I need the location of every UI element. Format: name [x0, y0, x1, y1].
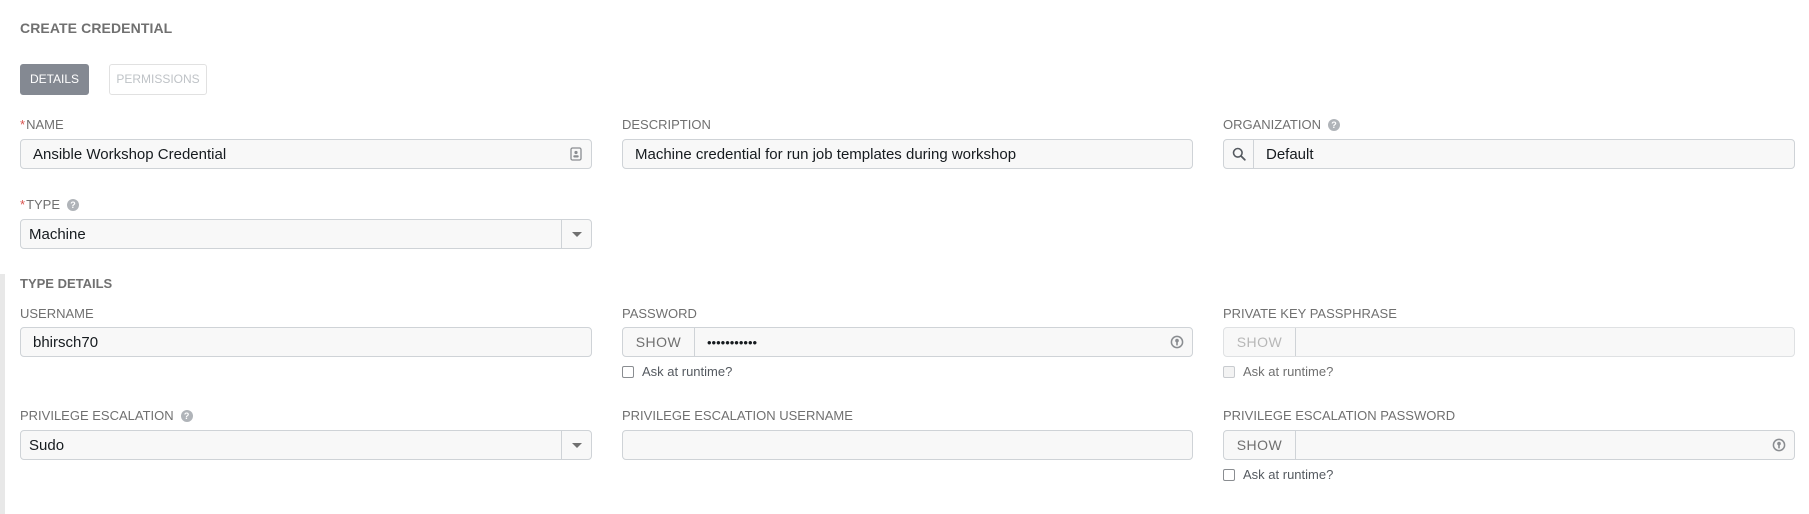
privilege-escalation-password-field[interactable]: SHOW [1223, 430, 1795, 460]
username-label: USERNAME [20, 306, 94, 321]
pe-password-ask-checkbox[interactable] [1223, 468, 1235, 481]
required-marker: * [20, 117, 26, 132]
name-field[interactable]: Ansible Workshop Credential [20, 139, 592, 169]
key-icon[interactable] [1162, 335, 1192, 349]
caret-down-icon[interactable] [561, 220, 591, 248]
password-ask-label: Ask at runtime? [642, 364, 733, 379]
pe-password-ask-label: Ask at runtime? [1243, 467, 1334, 482]
username-field[interactable]: bhirsch70 [20, 327, 592, 357]
key-icon[interactable] [1764, 438, 1794, 452]
privilege-escalation-value: Sudo [29, 436, 65, 454]
organization-label: ORGANIZATION ? [1223, 117, 1340, 132]
question-circle-icon[interactable]: ? [67, 198, 80, 211]
type-value: Machine [29, 225, 86, 243]
privilege-escalation-username-label: PRIVILEGE ESCALATION USERNAME [622, 408, 853, 423]
passphrase-show-button[interactable]: SHOW [1224, 328, 1296, 356]
passphrase-ask-label: Ask at runtime? [1243, 364, 1334, 379]
private-key-passphrase-field[interactable]: SHOW [1223, 327, 1795, 357]
username-value: bhirsch70 [33, 333, 99, 351]
organization-value: Default [1266, 145, 1314, 163]
page-title: CREATE CREDENTIAL [20, 20, 173, 36]
privilege-escalation-password-label: PRIVILEGE ESCALATION PASSWORD [1223, 408, 1456, 423]
tab-permissions[interactable]: PERMISSIONS [109, 64, 207, 95]
password-value: ••••••••••• [707, 334, 758, 350]
password-ask-runtime[interactable]: Ask at runtime? [622, 364, 732, 379]
description-value: Machine credential for run job templates… [635, 145, 1017, 163]
organization-lookup[interactable]: Default [1223, 139, 1795, 169]
required-marker: * [20, 197, 26, 212]
pe-password-ask-runtime[interactable]: Ask at runtime? [1223, 467, 1333, 482]
pe-password-show-button[interactable]: SHOW [1224, 431, 1296, 459]
question-circle-icon[interactable]: ? [180, 409, 193, 422]
question-circle-icon[interactable]: ? [1327, 118, 1340, 131]
password-label: PASSWORD [622, 306, 697, 321]
type-label: * TYPE ? [20, 197, 80, 212]
name-value: Ansible Workshop Credential [33, 145, 227, 163]
description-field[interactable]: Machine credential for run job templates… [622, 139, 1193, 169]
passphrase-ask-checkbox[interactable] [1223, 365, 1235, 378]
private-key-passphrase-label: PRIVATE KEY PASSPHRASE [1223, 306, 1397, 321]
passphrase-ask-runtime[interactable]: Ask at runtime? [1223, 364, 1333, 379]
caret-down-icon[interactable] [561, 431, 591, 459]
privilege-escalation-label: PRIVILEGE ESCALATION ? [20, 408, 193, 423]
contact-card-icon [561, 147, 591, 161]
type-select[interactable]: Machine [20, 219, 592, 249]
password-field[interactable]: SHOW ••••••••••• [622, 327, 1193, 357]
description-label: DESCRIPTION [622, 117, 711, 132]
tab-details[interactable]: DETAILS [20, 64, 89, 95]
privilege-escalation-username-field[interactable] [622, 430, 1193, 460]
type-details-title: TYPE DETAILS [20, 276, 113, 291]
section-divider [0, 274, 5, 514]
password-ask-checkbox[interactable] [622, 365, 634, 378]
name-label: * NAME [20, 117, 64, 132]
search-icon[interactable] [1224, 140, 1254, 168]
password-show-button[interactable]: SHOW [623, 328, 695, 356]
privilege-escalation-select[interactable]: Sudo [20, 430, 592, 460]
